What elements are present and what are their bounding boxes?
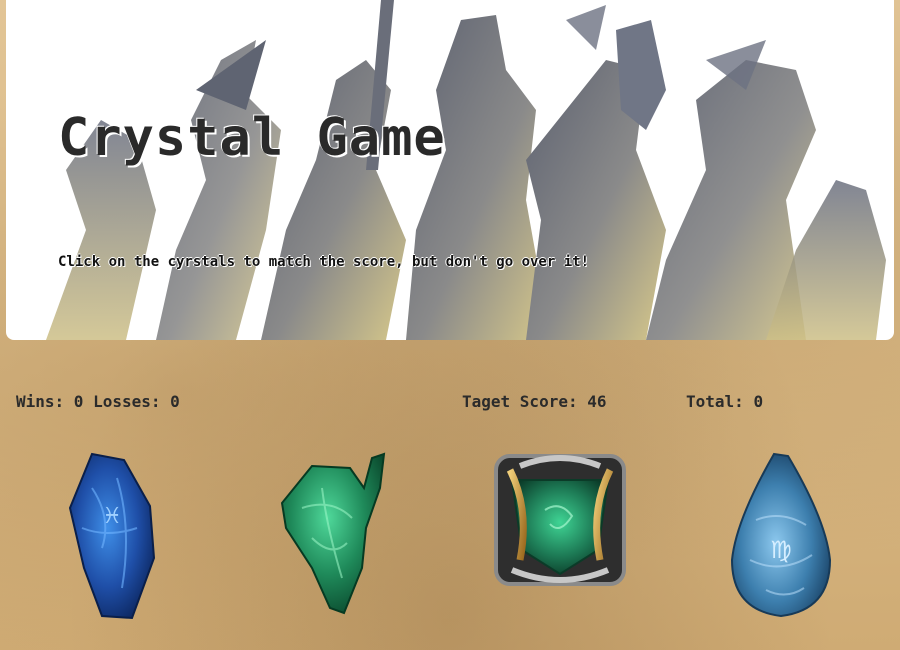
green-crystal-icon: [280, 452, 386, 615]
page-title: Crystal Game: [58, 108, 446, 168]
target-value: 46: [587, 392, 607, 411]
teardrop-crystal-icon: ♍: [730, 452, 832, 618]
svg-text:♓: ♓: [102, 504, 122, 529]
wins-value: 0: [73, 392, 94, 411]
score-bar: Wins: 0 Losses: 0 Taget Score: 46 Total:…: [0, 392, 900, 420]
blue-crystal-icon: ♓: [68, 452, 156, 620]
wins-label: Wins:: [16, 392, 74, 411]
total-value: 0: [753, 392, 764, 411]
losses-value: 0: [170, 392, 180, 411]
framed-green-crystal-button[interactable]: [490, 450, 630, 590]
light-blue-crystal-button[interactable]: ♍: [726, 450, 836, 620]
warriors-illustration: [46, 0, 886, 340]
wins-losses-text: Wins: 0 Losses: 0: [16, 392, 180, 411]
game-instructions: Click on the cyrstals to match the score…: [58, 254, 590, 270]
header-banner: Crystal Game Click on the cyrstals to ma…: [6, 0, 894, 340]
target-score-text: Taget Score: 46: [462, 392, 607, 411]
svg-text:♍: ♍: [770, 536, 792, 564]
framed-crystal-icon: [494, 454, 626, 586]
blue-crystal-button[interactable]: ♓: [62, 448, 162, 628]
total-score-text: Total: 0: [686, 392, 763, 411]
green-crystal-button[interactable]: [272, 448, 402, 628]
target-label: Taget Score:: [462, 392, 588, 411]
total-label: Total:: [686, 392, 754, 411]
losses-label: Losses:: [93, 392, 171, 411]
